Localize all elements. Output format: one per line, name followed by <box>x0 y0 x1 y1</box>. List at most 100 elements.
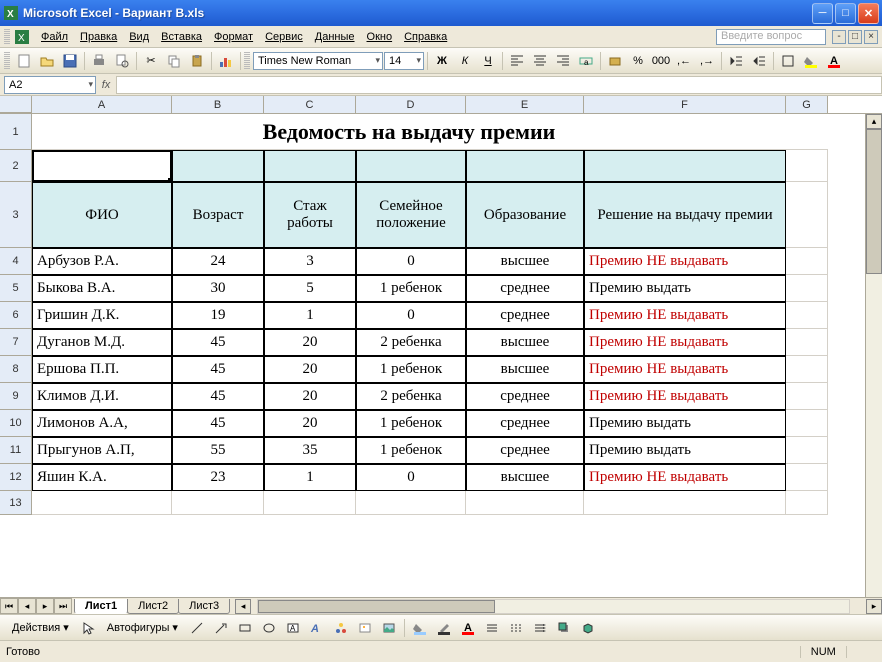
diagram-button[interactable] <box>330 617 352 639</box>
cell-age-1[interactable]: 30 <box>172 275 264 302</box>
cell-family-5[interactable]: 2 ребенка <box>356 383 466 410</box>
scroll-thumb-v[interactable] <box>866 129 882 274</box>
increase-decimal-button[interactable]: ,← <box>673 50 695 72</box>
cell-stage-6[interactable]: 20 <box>264 410 356 437</box>
bold-button[interactable]: Ж <box>431 50 453 72</box>
header-3[interactable]: Семейное положение <box>356 182 466 248</box>
row-header-1[interactable]: 1 <box>0 114 32 150</box>
cell-row13-4[interactable] <box>466 491 584 515</box>
line-color-button[interactable] <box>433 617 455 639</box>
shadow-button[interactable] <box>553 617 575 639</box>
name-box[interactable]: A2 <box>4 76 96 94</box>
mdi-minimize-button[interactable]: - <box>832 30 846 44</box>
cell-G1[interactable] <box>786 114 828 150</box>
clipart-button[interactable] <box>354 617 376 639</box>
cell-decision-0[interactable]: Премию НЕ выдавать <box>584 248 786 275</box>
line-style-button[interactable] <box>481 617 503 639</box>
cell-fio-1[interactable]: Быкова В.А. <box>32 275 172 302</box>
cell-G-8[interactable] <box>786 356 828 383</box>
col-header-E[interactable]: E <box>466 96 584 113</box>
cell-fio-4[interactable]: Ершова П.П. <box>32 356 172 383</box>
scroll-right-button[interactable]: ▸ <box>866 599 882 614</box>
draw-actions-menu[interactable]: Действия ▾ <box>6 619 75 636</box>
cell-edu-5[interactable]: среднее <box>466 383 584 410</box>
cell-age-3[interactable]: 45 <box>172 329 264 356</box>
insert-picture-button[interactable] <box>378 617 400 639</box>
cell-family-1[interactable]: 1 ребенок <box>356 275 466 302</box>
cell-G-6[interactable] <box>786 302 828 329</box>
cell-stage-1[interactable]: 5 <box>264 275 356 302</box>
excel-doc-icon[interactable]: X <box>13 28 31 46</box>
textbox-button[interactable]: A <box>282 617 304 639</box>
select-all-corner[interactable] <box>0 96 32 113</box>
row-header-7[interactable]: 7 <box>0 329 32 356</box>
cell-G-4[interactable] <box>786 248 828 275</box>
col-header-B[interactable]: B <box>172 96 264 113</box>
font-color-draw-button[interactable]: A <box>457 617 479 639</box>
menu-help[interactable]: Справка <box>398 29 453 45</box>
cell-grid[interactable]: Ведомость на выдачу премииФИОВозрастСтаж… <box>32 114 882 597</box>
cell-row13-1[interactable] <box>172 491 264 515</box>
col-header-A[interactable]: A <box>32 96 172 113</box>
arrow-style-button[interactable] <box>529 617 551 639</box>
cell-edu-2[interactable]: среднее <box>466 302 584 329</box>
dash-style-button[interactable] <box>505 617 527 639</box>
cell-fio-6[interactable]: Лимонов А.А, <box>32 410 172 437</box>
cell-stage-2[interactable]: 1 <box>264 302 356 329</box>
row-header-3[interactable]: 3 <box>0 182 32 248</box>
cell-edu-4[interactable]: высшее <box>466 356 584 383</box>
cell-family-7[interactable]: 1 ребенок <box>356 437 466 464</box>
font-name-select[interactable]: Times New Roman <box>253 52 383 70</box>
close-button[interactable]: ✕ <box>858 3 879 24</box>
copy-button[interactable] <box>163 50 185 72</box>
cell-row2-3[interactable] <box>356 150 466 182</box>
cell-G-11[interactable] <box>786 437 828 464</box>
decrease-indent-button[interactable] <box>725 50 747 72</box>
new-button[interactable] <box>13 50 35 72</box>
underline-button[interactable]: Ч <box>477 50 499 72</box>
cell-stage-7[interactable]: 35 <box>264 437 356 464</box>
increase-indent-button[interactable] <box>748 50 770 72</box>
formula-input[interactable] <box>116 76 882 94</box>
cell-family-6[interactable]: 1 ребенок <box>356 410 466 437</box>
cell-fio-2[interactable]: Гришин Д.К. <box>32 302 172 329</box>
menu-edit[interactable]: Правка <box>74 29 123 45</box>
cell-G-10[interactable] <box>786 410 828 437</box>
cell-stage-4[interactable]: 20 <box>264 356 356 383</box>
cell-row2-5[interactable] <box>584 150 786 182</box>
cell-family-4[interactable]: 1 ребенок <box>356 356 466 383</box>
save-button[interactable] <box>59 50 81 72</box>
cell-age-8[interactable]: 23 <box>172 464 264 491</box>
cell-stage-0[interactable]: 3 <box>264 248 356 275</box>
mdi-restore-button[interactable]: □ <box>848 30 862 44</box>
cell-family-2[interactable]: 0 <box>356 302 466 329</box>
align-right-button[interactable] <box>552 50 574 72</box>
select-objects-button[interactable] <box>77 617 99 639</box>
row-header-9[interactable]: 9 <box>0 383 32 410</box>
row-header-4[interactable]: 4 <box>0 248 32 275</box>
cell-decision-8[interactable]: Премию НЕ выдавать <box>584 464 786 491</box>
menu-insert[interactable]: Вставка <box>155 29 208 45</box>
menu-tools[interactable]: Сервис <box>259 29 309 45</box>
merge-center-button[interactable]: a <box>575 50 597 72</box>
font-size-select[interactable]: 14 <box>384 52 424 70</box>
cell-G-7[interactable] <box>786 329 828 356</box>
align-left-button[interactable] <box>506 50 528 72</box>
col-header-D[interactable]: D <box>356 96 466 113</box>
row-header-8[interactable]: 8 <box>0 356 32 383</box>
cell-decision-3[interactable]: Премию НЕ выдавать <box>584 329 786 356</box>
cell-edu-1[interactable]: среднее <box>466 275 584 302</box>
scroll-left-button[interactable]: ◂ <box>235 599 251 614</box>
cell-edu-6[interactable]: среднее <box>466 410 584 437</box>
chart-button[interactable] <box>215 50 237 72</box>
col-header-F[interactable]: F <box>584 96 786 113</box>
maximize-button[interactable]: □ <box>835 3 856 24</box>
cell-age-0[interactable]: 24 <box>172 248 264 275</box>
cell-row13-5[interactable] <box>584 491 786 515</box>
row-header-11[interactable]: 11 <box>0 437 32 464</box>
row-header-12[interactable]: 12 <box>0 464 32 491</box>
menu-window[interactable]: Окно <box>361 29 399 45</box>
wordart-button[interactable]: A <box>306 617 328 639</box>
cell-stage-8[interactable]: 1 <box>264 464 356 491</box>
percent-button[interactable]: % <box>627 50 649 72</box>
